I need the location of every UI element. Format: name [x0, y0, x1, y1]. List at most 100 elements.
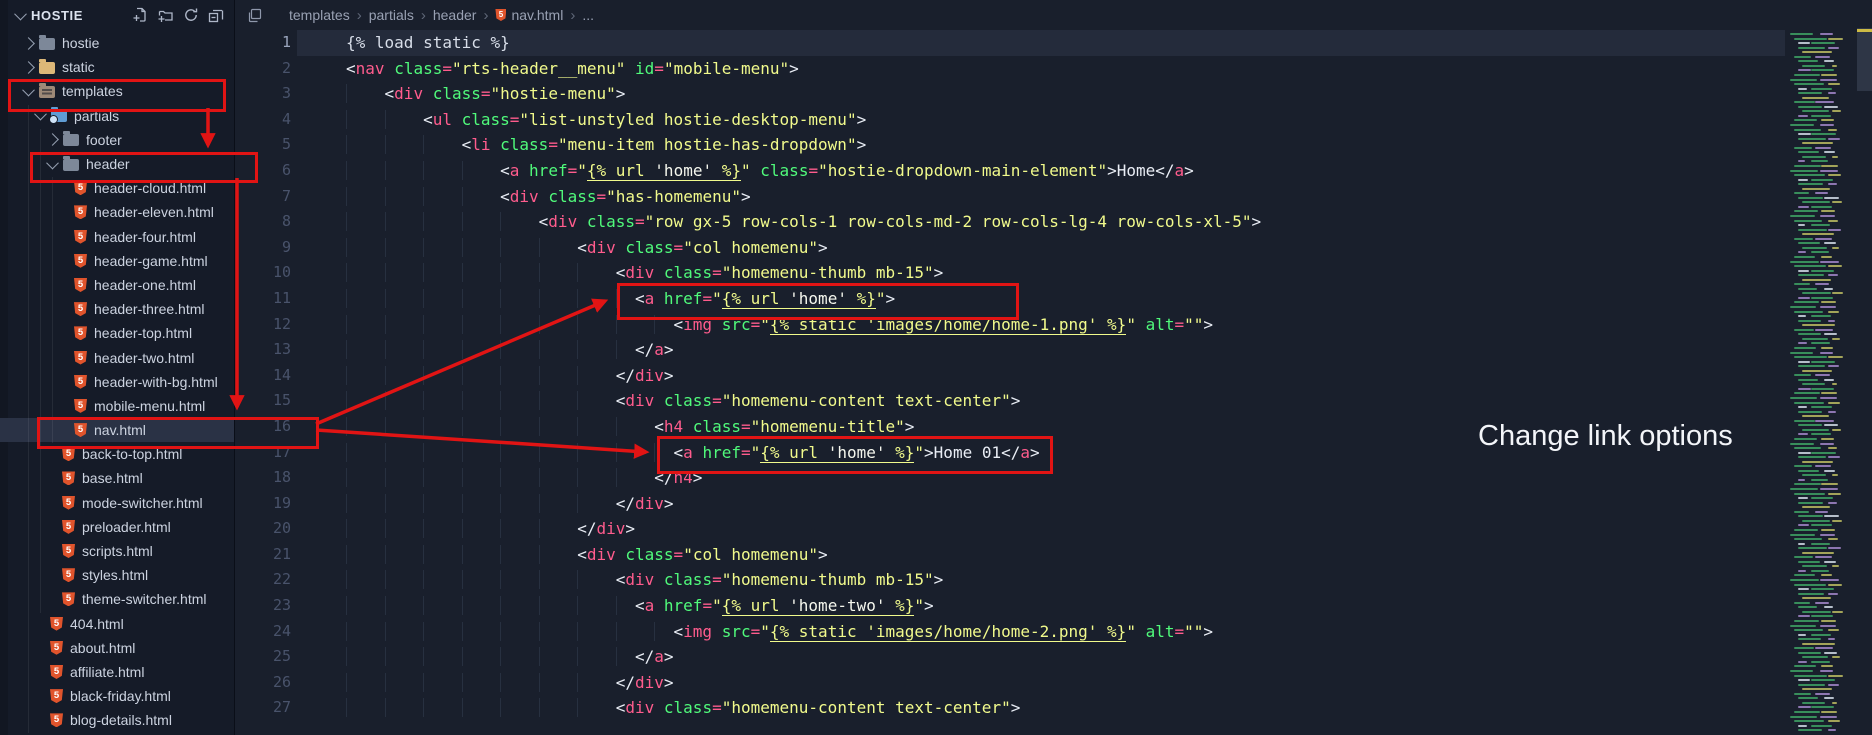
minimap-line — [1798, 379, 1818, 381]
minimap-line — [1832, 429, 1841, 431]
minimap-line — [1828, 311, 1839, 313]
new-file-icon[interactable] — [133, 7, 149, 23]
minimap-line — [1794, 447, 1821, 449]
minimap-line — [1824, 288, 1833, 290]
tree-item-header-three-html[interactable]: 5header-three.html — [0, 297, 234, 321]
minimap-line — [1821, 574, 1832, 576]
tree-item-mobile-menu-html[interactable]: 5mobile-menu.html — [0, 394, 234, 418]
scrollbar-thumb[interactable] — [1857, 28, 1872, 91]
breadcrumb-item[interactable]: partials — [369, 7, 414, 23]
minimap-line — [1794, 529, 1818, 531]
line-number: 14 — [235, 363, 291, 389]
explorer-sidebar: HOSTIE — [0, 0, 235, 735]
chevron-down-icon[interactable] — [14, 7, 27, 20]
minimap-line — [1821, 438, 1834, 440]
minimap-line — [1811, 160, 1828, 162]
line-number: 2 — [235, 56, 291, 82]
minimap-line — [1824, 561, 1836, 563]
minimap-line — [1790, 261, 1819, 263]
minimap-line — [1790, 579, 1819, 581]
refresh-icon[interactable] — [183, 7, 199, 23]
tree-item-nav-html[interactable]: 5nav.html — [0, 418, 234, 442]
tree-item-header[interactable]: header — [0, 152, 234, 176]
minimap-line — [1828, 493, 1841, 495]
code-line: <a href="{% url 'home-two' %}"> — [346, 593, 1261, 619]
code-line: </div> — [346, 363, 1261, 389]
tree-item-partials[interactable]: partials — [0, 104, 234, 128]
tree-item-header-one-html[interactable]: 5header-one.html — [0, 273, 234, 297]
html-file-icon: 5 — [50, 713, 63, 727]
breadcrumb-item[interactable]: 5nav.html — [495, 7, 563, 23]
minimap-line — [1790, 170, 1818, 172]
minimap-line — [1798, 297, 1810, 299]
tree-item-label: hostie — [62, 35, 99, 51]
tree-item-static[interactable]: static — [0, 55, 234, 79]
minimap-line — [1824, 515, 1839, 517]
minimap-line — [1790, 670, 1813, 672]
code-line: <ul class="list-unstyled hostie-desktop-… — [346, 107, 1261, 133]
tree-item-header-eleven-html[interactable]: 5header-eleven.html — [0, 200, 234, 224]
minimap-line — [1828, 92, 1836, 94]
minimap-line — [1820, 306, 1836, 308]
tree-item-header-four-html[interactable]: 5header-four.html — [0, 225, 234, 249]
tree-item-blog-details-html[interactable]: 5blog-details.html — [0, 708, 234, 732]
tree-item-back-to-top-html[interactable]: 5back-to-top.html — [0, 442, 234, 466]
tree-item-mode-switcher-html[interactable]: 5mode-switcher.html — [0, 491, 234, 515]
collapse-folders-icon[interactable] — [208, 7, 224, 23]
tree-item-header-with-bg-html[interactable]: 5header-with-bg.html — [0, 370, 234, 394]
html-file-icon: 5 — [74, 181, 87, 195]
minimap[interactable] — [1784, 0, 1856, 735]
minimap-line — [1802, 474, 1826, 476]
line-number: 4 — [235, 107, 291, 133]
minimap-line — [1794, 438, 1817, 440]
minimap-line — [1820, 33, 1833, 35]
minimap-line — [1821, 165, 1838, 167]
minimap-line — [1832, 292, 1843, 294]
breadcrumb-item[interactable]: ... — [582, 7, 594, 23]
minimap-line — [1790, 215, 1815, 217]
code-line: <nav class="rts-header__menu" id="mobile… — [346, 56, 1261, 82]
tree-item-label: header-with-bg.html — [94, 374, 218, 390]
tree-item-black-friday-html[interactable]: 5black-friday.html — [0, 684, 234, 708]
minimap-line — [1794, 556, 1813, 558]
minimap-line — [1794, 511, 1809, 513]
tree-item-404-html[interactable]: 5404.html — [0, 612, 234, 636]
chevron-right-icon — [22, 61, 35, 74]
minimap-line — [1794, 584, 1826, 586]
minimap-line — [1811, 661, 1830, 663]
minimap-line — [1820, 534, 1835, 536]
tree-item-scripts-html[interactable]: 5scripts.html — [0, 539, 234, 563]
minimap-line — [1832, 565, 1839, 567]
minimap-line — [1820, 625, 1836, 627]
breadcrumb-item[interactable]: templates — [289, 7, 350, 23]
minimap-line — [1802, 461, 1833, 463]
tree-item-base-html[interactable]: 5base.html — [0, 466, 234, 490]
tree-item-hostie[interactable]: hostie — [0, 31, 234, 55]
new-folder-icon[interactable] — [158, 7, 174, 23]
chevron-down-icon — [34, 108, 47, 121]
minimap-line — [1802, 279, 1831, 281]
tree-indent-guide — [28, 105, 29, 733]
tree-item-header-cloud-html[interactable]: 5header-cloud.html — [0, 176, 234, 200]
tree-item-styles-html[interactable]: 5styles.html — [0, 563, 234, 587]
minimap-line — [1798, 588, 1809, 590]
pages-icon[interactable] — [247, 8, 262, 23]
tree-item-label: back-to-top.html — [82, 446, 182, 462]
tree-item-affiliate-html[interactable]: 5affiliate.html — [0, 660, 234, 684]
minimap-line — [1811, 543, 1830, 545]
tree-item-theme-switcher-html[interactable]: 5theme-switcher.html — [0, 587, 234, 611]
folder-icon — [63, 159, 79, 171]
minimap-line — [1790, 625, 1816, 627]
html-file-icon: 5 — [50, 689, 63, 703]
breadcrumb-separator: › — [357, 7, 362, 24]
tree-item-header-two-html[interactable]: 5header-two.html — [0, 345, 234, 369]
tree-item-header-game-html[interactable]: 5header-game.html — [0, 249, 234, 273]
html-file-icon: 5 — [74, 423, 87, 437]
tree-item-templates[interactable]: templates — [0, 79, 234, 103]
code-editor[interactable]: {% load static %}<nav class="rts-header_… — [346, 30, 1261, 721]
tree-item-about-html[interactable]: 5about.html — [0, 636, 234, 660]
tree-item-header-top-html[interactable]: 5header-top.html — [0, 321, 234, 345]
tree-item-footer[interactable]: footer — [0, 128, 234, 152]
breadcrumb-item[interactable]: header — [433, 7, 477, 23]
tree-item-preloader-html[interactable]: 5preloader.html — [0, 515, 234, 539]
